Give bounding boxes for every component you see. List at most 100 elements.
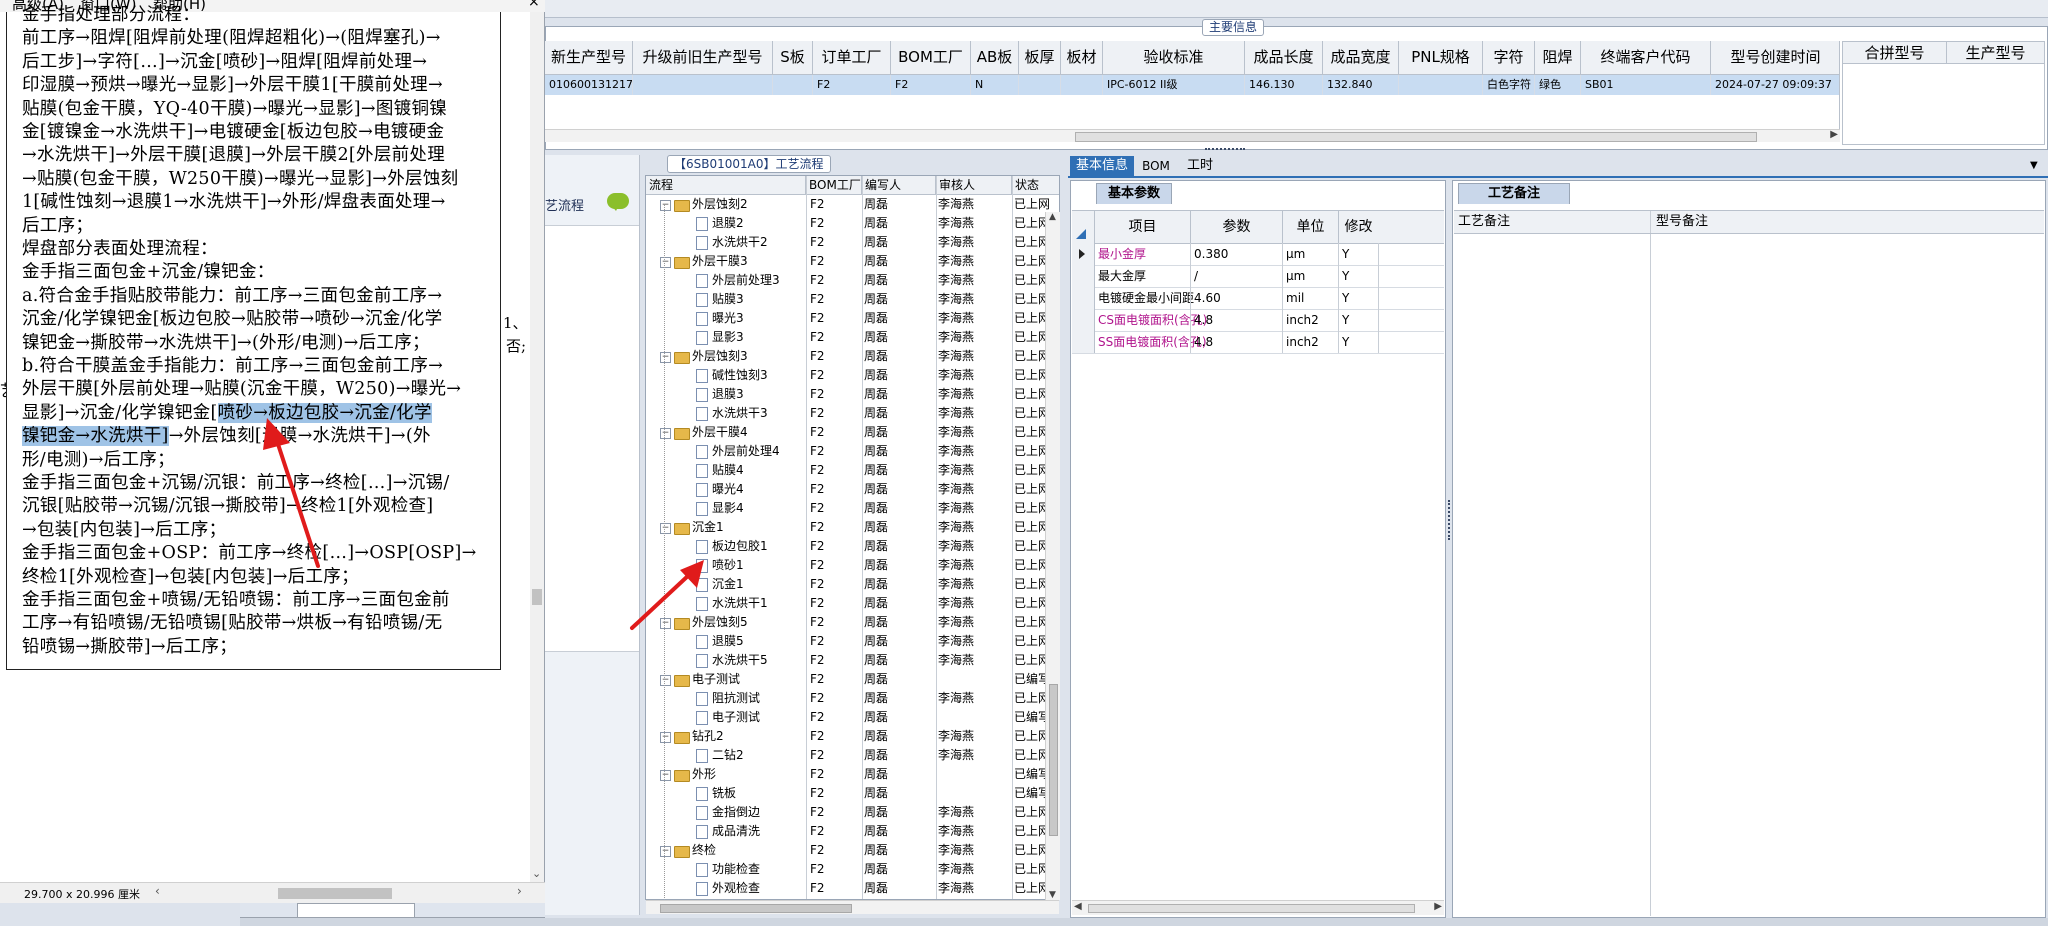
main-info-col-header[interactable]: 终端客户代码 — [1581, 41, 1711, 75]
doc-hscroll-thumb[interactable] — [278, 888, 392, 899]
scroll-right-icon[interactable]: ▶ — [1830, 129, 1838, 140]
main-info-cell[interactable] — [1019, 75, 1061, 95]
flow-row[interactable]: − 沉金1 F2 周磊 李海燕 已上网 — [646, 518, 1059, 537]
flow-vscroll-thumb[interactable] — [1049, 684, 1058, 836]
collapse-icon[interactable]: − — [660, 523, 671, 534]
main-info-col-header[interactable]: PNL规格 — [1399, 41, 1483, 75]
flow-row[interactable]: 水洗烘干3 F2 周磊 李海燕 已上网 — [646, 404, 1059, 423]
doc-selected-text[interactable]: 镍钯金→水洗烘干] — [22, 426, 169, 447]
flow-row[interactable]: 板边包胶1 F2 周磊 李海燕 已上网 — [646, 537, 1059, 556]
main-info-cell[interactable] — [1061, 75, 1103, 95]
main-info-cell[interactable] — [773, 75, 813, 95]
flow-left-tab-label[interactable]: 艺流程 — [545, 195, 584, 214]
product-col-header[interactable]: 生产型号 — [1947, 42, 2045, 64]
main-info-col-header[interactable]: 订单工厂 — [813, 41, 891, 75]
main-info-cell[interactable]: 146.130 — [1245, 75, 1323, 95]
flow-row[interactable]: − 外层蚀刻2 F2 周磊 李海燕 已上网 — [646, 195, 1059, 214]
main-info-cell[interactable]: F2 — [813, 75, 891, 95]
main-info-col-header[interactable]: 升级前旧生产型号 — [633, 41, 773, 75]
notes-col-process[interactable]: 工艺备注 — [1458, 211, 1510, 233]
collapse-icon[interactable]: − — [660, 618, 671, 629]
main-info-cell[interactable]: 132.840 — [1323, 75, 1399, 95]
param-modify[interactable]: Y — [1342, 265, 1349, 287]
params-row[interactable]: 最大金厚 / μm Y — [1072, 265, 1444, 288]
flow-row[interactable]: 退膜5 F2 周磊 李海燕 已上网 — [646, 632, 1059, 651]
flow-row[interactable]: − 终检 F2 周磊 李海燕 已上网 — [646, 841, 1059, 860]
main-info-col-header[interactable]: AB板 — [971, 41, 1019, 75]
tab-basic-params[interactable]: 基本参数 — [1096, 183, 1172, 204]
main-info-col-header[interactable]: 字符 — [1483, 41, 1535, 75]
main-info-cell[interactable]: N — [971, 75, 1019, 95]
main-info-col-header[interactable]: 验收标准 — [1103, 41, 1245, 75]
param-modify[interactable]: Y — [1342, 331, 1349, 353]
collapse-icon[interactable]: − — [660, 770, 671, 781]
flow-row[interactable]: 成品清洗 F2 周磊 李海燕 已上网 — [646, 822, 1059, 841]
flow-row[interactable]: 贴膜3 F2 周磊 李海燕 已上网 — [646, 290, 1059, 309]
main-info-cell[interactable]: 绿色 — [1535, 75, 1581, 95]
flow-row[interactable]: 显影4 F2 周磊 李海燕 已上网 — [646, 499, 1059, 518]
notes-col-model[interactable]: 型号备注 — [1656, 211, 1708, 233]
flow-hscroll-thumb[interactable] — [660, 904, 852, 913]
flow-col-header[interactable]: 编写人 — [862, 176, 936, 195]
flow-row[interactable]: 二钻2 F2 周磊 李海燕 已上网 — [646, 746, 1059, 765]
scroll-down-icon[interactable]: ⌄ — [532, 867, 541, 880]
param-value[interactable]: 4.60 — [1194, 287, 1221, 309]
collapse-icon[interactable]: − — [660, 352, 671, 363]
flow-hscrollbar[interactable] — [646, 900, 1059, 914]
flow-row[interactable]: 贴膜4 F2 周磊 李海燕 已上网 — [646, 461, 1059, 480]
main-info-col-header[interactable]: 新生产型号 — [545, 41, 633, 75]
panel-dropdown-icon[interactable]: ▼ — [2030, 160, 2038, 171]
flow-row[interactable]: − 钻孔2 F2 周磊 李海燕 已上网 — [646, 727, 1059, 746]
params-hscrollbar[interactable]: ◀ ▶ — [1072, 900, 1444, 915]
main-info-cell[interactable] — [633, 75, 773, 95]
main-info-col-header[interactable]: 板材 — [1061, 41, 1103, 75]
collapse-icon[interactable]: − — [660, 257, 671, 268]
param-value[interactable]: / — [1194, 265, 1198, 287]
main-info-col-header[interactable]: S板 — [773, 41, 813, 75]
main-info-cell[interactable] — [1399, 75, 1483, 95]
main-info-cell[interactable]: 白色字符 — [1483, 75, 1535, 95]
splitter-handle[interactable] — [1205, 148, 1245, 153]
flow-vscrollbar[interactable]: ▲ ▼ — [1045, 212, 1060, 900]
scroll-down-icon[interactable]: ▼ — [1049, 890, 1056, 900]
collapse-icon[interactable]: − — [660, 428, 671, 439]
scroll-left-icon[interactable]: ◀ — [1074, 901, 1082, 912]
main-info-col-header[interactable]: BOM工厂 — [891, 41, 971, 75]
flow-row[interactable]: 退膜2 F2 周磊 李海燕 已上网 — [646, 214, 1059, 233]
row-selector[interactable] — [1072, 309, 1095, 331]
flow-row[interactable]: 功能检查 F2 周磊 李海燕 已上网 — [646, 860, 1059, 879]
param-value[interactable]: 4.8 — [1194, 309, 1213, 331]
param-value[interactable]: 0.380 — [1194, 243, 1228, 265]
comment-icon[interactable] — [607, 193, 629, 211]
flow-row[interactable]: 外观检查 F2 周磊 李海燕 已上网 — [646, 879, 1059, 898]
doc-vscroll-thumb[interactable] — [532, 589, 542, 605]
params-hscroll-thumb[interactable] — [1088, 904, 1415, 913]
close-icon[interactable]: × — [528, 0, 540, 10]
tab-bom[interactable]: BOM — [1138, 156, 1174, 176]
main-info-col-header[interactable]: 阻焊 — [1535, 41, 1581, 75]
doc-vscrollbar[interactable]: ⌄ — [530, 12, 544, 882]
flow-row[interactable]: 外层前处理4 F2 周磊 李海燕 已上网 — [646, 442, 1059, 461]
flow-row[interactable]: 水洗烘干5 F2 周磊 李海燕 已上网 — [646, 651, 1059, 670]
main-info-col-header[interactable]: 成品长度 — [1245, 41, 1323, 75]
main-info-col-header[interactable]: 型号创建时间 — [1711, 41, 1839, 75]
main-info-hscrollbar[interactable]: ▶ — [545, 129, 1840, 142]
flow-col-header[interactable]: BOM工厂 — [806, 176, 862, 195]
flow-row[interactable]: 水洗烘干1 F2 周磊 李海燕 已上网 — [646, 594, 1059, 613]
merge-col-header[interactable]: 合拼型号 — [1843, 42, 1947, 64]
flow-row[interactable]: 曝光4 F2 周磊 李海燕 已上网 — [646, 480, 1059, 499]
scroll-right-icon[interactable]: › — [517, 884, 522, 898]
flow-row[interactable]: 碱性蚀刻3 F2 周磊 李海燕 已上网 — [646, 366, 1059, 385]
tab-work-hours[interactable]: 工时 — [1180, 156, 1220, 176]
scroll-left-icon[interactable]: ‹ — [155, 884, 160, 898]
param-modify[interactable]: Y — [1342, 243, 1349, 265]
row-selector[interactable] — [1072, 243, 1095, 265]
params-col-header[interactable]: 参数 — [1190, 211, 1282, 243]
collapse-icon[interactable]: − — [660, 732, 671, 743]
params-row[interactable]: SS面电镀面积(含孔) 4.8 inch2 Y — [1072, 331, 1444, 354]
flow-col-header[interactable]: 流程 — [646, 176, 806, 195]
flow-col-header[interactable]: 审核人 — [936, 176, 1012, 195]
row-selector[interactable] — [1072, 287, 1095, 309]
flow-row[interactable]: 退膜3 F2 周磊 李海燕 已上网 — [646, 385, 1059, 404]
flow-row[interactable]: 铣板 F2 周磊 已编写 — [646, 784, 1059, 803]
